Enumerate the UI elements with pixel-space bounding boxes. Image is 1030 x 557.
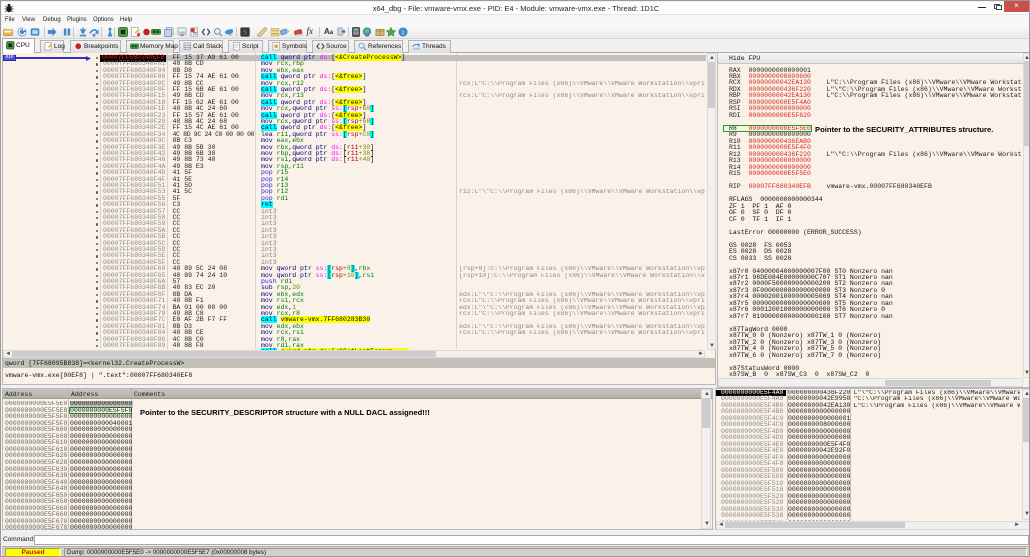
- svg-text:i: i: [401, 29, 403, 37]
- svg-text:S: S: [243, 29, 247, 36]
